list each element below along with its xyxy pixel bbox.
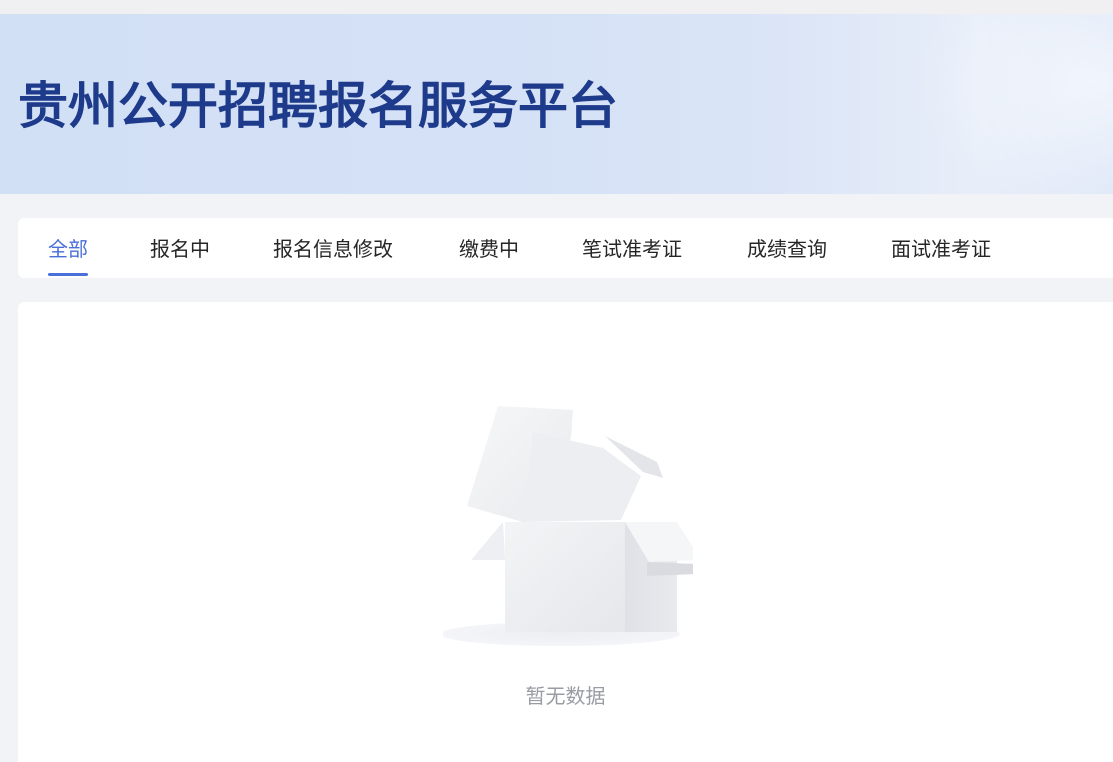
status-tabs: 全部 报名中 报名信息修改 缴费中 笔试准考证 成绩查询 面试准考证 [18,218,1113,278]
empty-state-text: 暂无数据 [525,684,606,708]
browser-top-strip [0,0,1113,14]
header-banner: 贵州公开招聘报名服务平台 [0,14,1113,194]
tab-edit-registration-info[interactable]: 报名信息修改 [273,218,393,278]
empty-box-icon [443,406,693,646]
site-title: 贵州公开招聘报名服务平台 [18,77,618,135]
tab-registering[interactable]: 报名中 [150,218,210,278]
tab-interview-ticket[interactable]: 面试准考证 [891,218,991,278]
tab-score-query[interactable]: 成绩查询 [747,218,827,278]
banner-decoration [913,14,1113,194]
tab-paying[interactable]: 缴费中 [459,218,519,278]
tab-all[interactable]: 全部 [48,218,88,278]
content-panel: 暂无数据 [18,302,1113,762]
tab-written-exam-ticket[interactable]: 笔试准考证 [582,218,682,278]
